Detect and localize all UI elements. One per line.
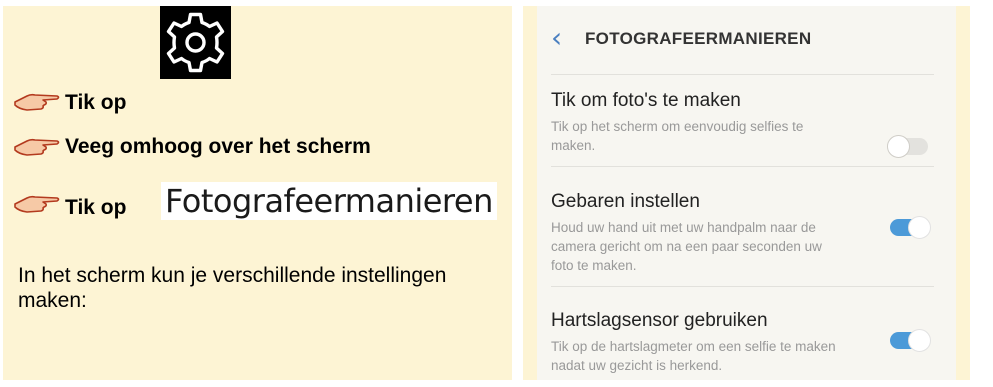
divider [551,166,934,167]
phone-screenshot: ‹ FOTOGRAFEERMANIEREN Tik om foto's te m… [523,6,970,380]
setting-description: Houd uw hand uit met uw handpalm naar de… [551,220,822,273]
pointing-hand-icon [14,93,60,111]
toggle-gestures[interactable] [890,216,931,239]
settings-screen: ‹ FOTOGRAFEERMANIEREN Tik om foto's te m… [537,6,956,380]
setting-gestures[interactable]: Gebaren instellen Houd uw hand uit met u… [551,191,946,275]
setting-description: Tik op de hartslagmeter om een selfie te… [551,339,836,373]
step2-text: Veeg omhoog over het scherm [65,135,371,158]
description-text: In het scherm kun je verschillende inste… [18,264,447,312]
instructions-panel: Tik op Veeg omhoog over het scherm Tik o… [3,6,512,380]
toggle-knob [908,329,931,352]
divider [551,286,934,287]
setting-title: Gebaren instellen [551,191,700,212]
step3-text: Tik op [65,196,127,219]
gear-icon [166,12,225,73]
screen-header: ‹ FOTOGRAFEERMANIEREN [537,6,956,76]
menu-label-fotografeermanieren: Fotografeermanieren [161,182,497,220]
setting-description: Tik op het scherm om eenvoudig selfies t… [551,119,804,153]
screen-title: FOTOGRAFEERMANIEREN [585,29,812,48]
setting-heart-rate-sensor[interactable]: Hartslagsensor gebruiken Tik op de harts… [551,310,946,375]
toggle-heart-rate-sensor[interactable] [890,329,931,352]
pointing-hand-icon [14,195,60,213]
settings-gear-image [160,6,231,79]
pointing-hand-icon [14,138,60,156]
toggle-tap-to-take-photo[interactable] [887,135,928,158]
toggle-knob [887,135,910,158]
setting-title: Tik om foto's te maken [551,90,741,111]
step1-text: Tik op [65,91,127,114]
toggle-knob [908,216,931,239]
chevron-left-icon[interactable]: ‹ [551,21,562,54]
divider [551,74,934,75]
setting-title: Hartslagsensor gebruiken [551,310,768,331]
